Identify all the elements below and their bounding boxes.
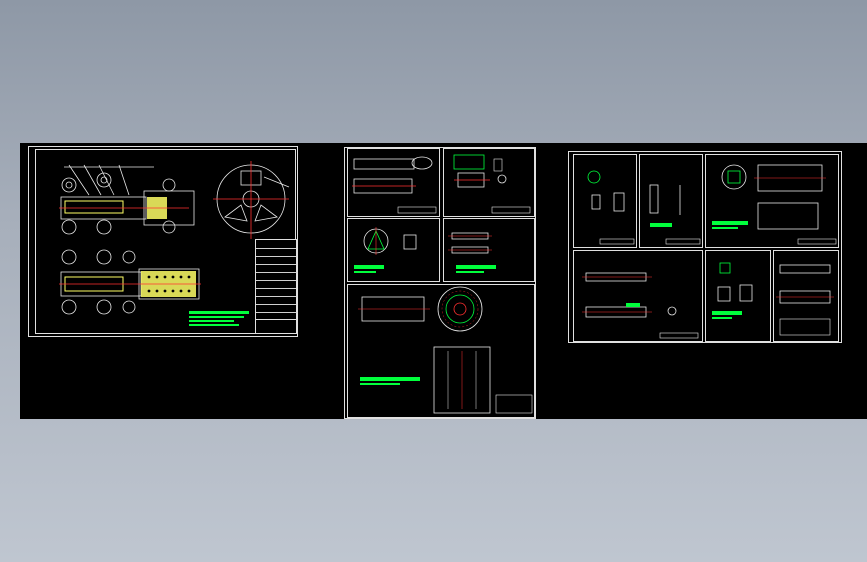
b2-graphics — [649, 184, 701, 245]
b5-graphics — [712, 262, 753, 319]
part-view-shaft[interactable] — [347, 148, 440, 217]
part-view-rod[interactable] — [443, 218, 535, 282]
part-view-b4[interactable] — [573, 250, 703, 342]
star-gear-graphics — [354, 227, 417, 273]
rod-graphics — [448, 232, 496, 273]
part-view-b1[interactable] — [573, 154, 637, 248]
b3-graphics — [712, 164, 837, 245]
part-view-b3[interactable] — [705, 154, 839, 248]
bracket-graphics — [453, 154, 531, 214]
part-view-b6[interactable] — [773, 250, 839, 342]
parts-list-table — [255, 239, 297, 321]
b6-graphics — [776, 264, 834, 336]
b1-graphics — [587, 170, 635, 245]
assembly-sheet[interactable] — [28, 146, 298, 337]
part-view-star-gear[interactable] — [347, 218, 440, 282]
assembly-title-block — [255, 319, 297, 334]
drum-graphics — [358, 286, 533, 414]
parts-sheet-b[interactable] — [568, 151, 842, 343]
part-view-drum[interactable] — [347, 284, 535, 418]
part-view-b5[interactable] — [705, 250, 771, 342]
parts-sheet-a[interactable] — [344, 147, 536, 419]
part-view-bracket[interactable] — [443, 148, 535, 217]
shaft-graphics — [352, 156, 437, 214]
b4-graphics — [582, 272, 699, 339]
cad-model-space[interactable] — [20, 143, 867, 419]
part-view-b2[interactable] — [639, 154, 703, 248]
